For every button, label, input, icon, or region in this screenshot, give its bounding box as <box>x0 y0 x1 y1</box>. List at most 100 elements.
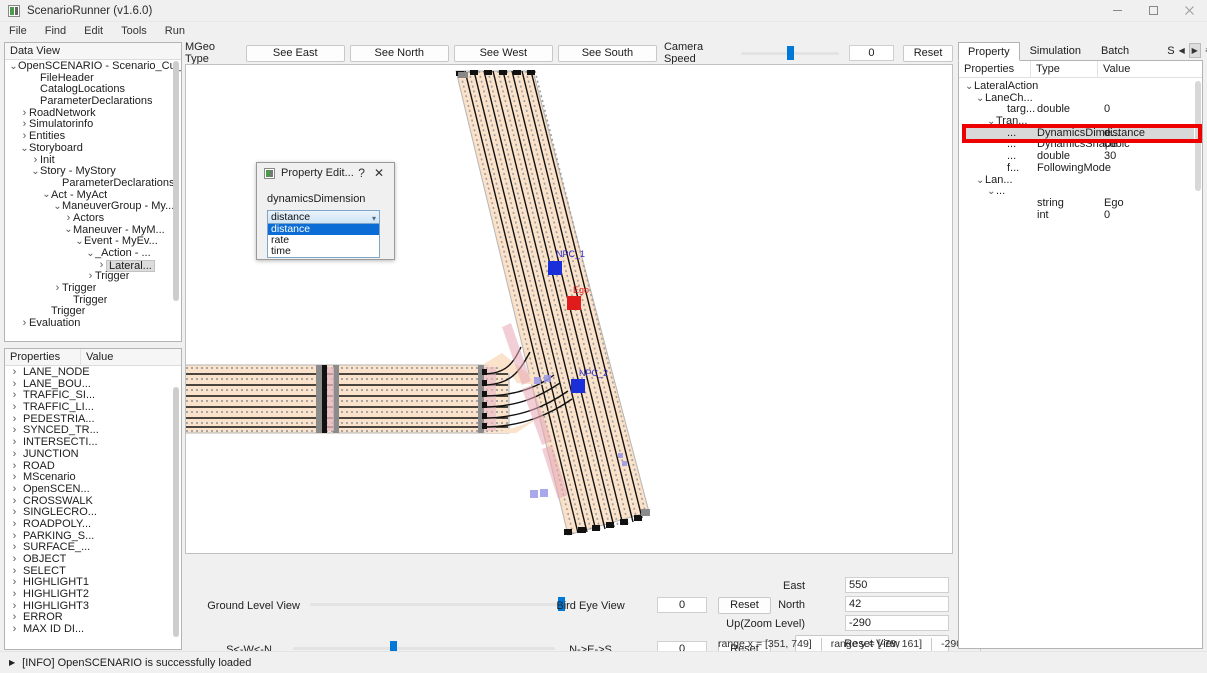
map-property-item[interactable]: ›SYNCED_TR... <box>5 425 181 437</box>
map-property-item[interactable]: ›SURFACE_... <box>5 542 181 554</box>
map-properties-scrollbar[interactable] <box>172 367 180 647</box>
chevron-right-icon[interactable]: › <box>20 131 29 143</box>
map-property-item[interactable]: ›TRAFFIC_SI... <box>5 390 181 402</box>
data-view-item[interactable]: ⌄_Action - ... <box>5 248 181 260</box>
chevron-down-icon[interactable]: ⌄ <box>976 93 985 105</box>
map-property-item[interactable]: ›HIGHLIGHT2 <box>5 589 181 601</box>
map-property-item[interactable]: ›TRAFFIC_LI... <box>5 402 181 414</box>
data-view-item[interactable]: Trigger <box>5 295 181 307</box>
chevron-right-icon[interactable]: › <box>53 283 62 295</box>
tab-list-icon[interactable]: ≡ <box>1202 43 1207 58</box>
chevron-down-icon[interactable]: ⌄ <box>53 204 62 210</box>
map-property-item[interactable]: ›ROAD <box>5 461 181 473</box>
menu-find[interactable]: Find <box>36 24 75 38</box>
data-view-tree[interactable]: ⌄OpenSCENARIO - Scenario_Cut_In_1FileHea… <box>5 60 181 330</box>
property-row[interactable]: ⌄LaneCh... <box>965 93 1194 105</box>
chevron-down-icon[interactable]: ⌄ <box>20 146 29 152</box>
chevron-right-icon[interactable]: › <box>10 367 19 379</box>
chevron-down-icon[interactable]: ⌄ <box>42 192 51 198</box>
chevron-right-icon[interactable]: › <box>10 519 19 531</box>
map-property-item[interactable]: ›ROADPOLY... <box>5 519 181 531</box>
map-property-item[interactable]: ›ERROR <box>5 612 181 624</box>
map-property-item[interactable]: ›OpenSCEN... <box>5 484 181 496</box>
data-view-item[interactable]: Trigger <box>5 306 181 318</box>
data-view-item[interactable]: ⌄ManeuverGroup - My... <box>5 201 181 213</box>
data-view-item[interactable]: CatalogLocations <box>5 84 181 96</box>
tab-s[interactable]: S <box>1162 41 1175 60</box>
chevron-left-icon[interactable]: ◀ <box>1176 43 1188 58</box>
map-property-item[interactable]: ›LANE_NODE <box>5 367 181 379</box>
north-input[interactable]: 42 <box>845 596 949 612</box>
see-east-button[interactable]: See East <box>246 45 345 62</box>
chevron-right-icon[interactable]: › <box>97 260 106 272</box>
map-property-item[interactable]: ›SELECT <box>5 566 181 578</box>
property-row[interactable]: ⌄Tran... <box>965 116 1194 128</box>
property-scrollbar[interactable] <box>1194 81 1202 646</box>
map-property-item[interactable]: ›SINGLECRO... <box>5 507 181 519</box>
chevron-right-icon[interactable]: › <box>10 554 19 566</box>
data-view-item[interactable]: ⌄Maneuver - MyM... <box>5 225 181 237</box>
maximize-icon[interactable] <box>1135 0 1171 22</box>
chevron-down-icon[interactable]: ⌄ <box>75 239 84 245</box>
chevron-right-icon[interactable]: › <box>20 318 29 330</box>
dynamics-dimension-option[interactable]: time <box>268 246 379 257</box>
see-south-button[interactable]: See South <box>558 45 657 62</box>
up-zoom-level-input[interactable]: -290 <box>845 615 949 631</box>
data-view-item[interactable]: ⌄OpenSCENARIO - Scenario_Cut_In_1 <box>5 61 181 73</box>
east-input[interactable]: 550 <box>845 577 949 593</box>
data-view-item[interactable]: ›Lateral... <box>5 260 181 272</box>
chevron-right-icon[interactable]: › <box>10 449 19 461</box>
chevron-right-icon[interactable]: ▶ <box>1189 43 1201 58</box>
chevron-down-icon[interactable]: ⌄ <box>31 169 40 175</box>
data-view-item[interactable]: ⌄Act - MyAct <box>5 190 181 202</box>
help-icon[interactable]: ? <box>358 166 374 180</box>
data-view-item[interactable]: ›Evaluation <box>5 318 181 330</box>
map-property-item[interactable]: ›INTERSECTI... <box>5 437 181 449</box>
property-row[interactable]: stringEgo <box>965 198 1194 210</box>
chevron-right-icon[interactable]: › <box>10 624 19 636</box>
data-view-item[interactable]: ParameterDeclarations <box>5 178 181 190</box>
chevron-down-icon[interactable]: ⌄ <box>86 251 95 257</box>
map-property-item[interactable]: ›PARKING_S... <box>5 531 181 543</box>
see-west-button[interactable]: See West <box>454 45 553 62</box>
data-view-scrollbar[interactable] <box>172 61 180 339</box>
chevron-down-icon[interactable]: ⌄ <box>965 81 974 93</box>
menu-tools[interactable]: Tools <box>112 24 156 38</box>
camera-speed-slider[interactable] <box>741 46 839 60</box>
map-property-item[interactable]: ›JUNCTION <box>5 449 181 461</box>
property-editor-dialog[interactable]: Property Edit... ? ✕ dynamicsDimension d… <box>256 162 395 260</box>
property-row[interactable]: int0 <box>965 210 1194 222</box>
chevron-right-icon[interactable]: › <box>10 589 19 601</box>
map-property-item[interactable]: ›OBJECT <box>5 554 181 566</box>
property-row[interactable]: ⌄... <box>965 186 1194 198</box>
chevron-down-icon[interactable]: ⌄ <box>64 227 73 233</box>
menu-run[interactable]: Run <box>156 24 194 38</box>
data-view-item[interactable]: ⌄Storyboard <box>5 143 181 155</box>
dialog-close-icon[interactable]: ✕ <box>374 166 394 180</box>
minimize-icon[interactable] <box>1099 0 1135 22</box>
data-view-item[interactable]: ›Actors <box>5 213 181 225</box>
camera-speed-value[interactable]: 0 <box>849 45 895 61</box>
see-north-button[interactable]: See North <box>350 45 449 62</box>
tab-batch-simulation[interactable]: Batch Simulation <box>1091 41 1162 60</box>
chevron-right-icon[interactable]: › <box>64 213 73 225</box>
data-view-item[interactable]: ›Trigger <box>5 283 181 295</box>
map-property-item[interactable]: ›LANE_BOU... <box>5 379 181 391</box>
data-view-item[interactable]: ParameterDeclarations <box>5 96 181 108</box>
data-view-item[interactable]: ›Entities <box>5 131 181 143</box>
dynamics-dimension-combo[interactable]: distance ▾ <box>267 210 380 224</box>
camera-speed-reset-button[interactable]: Reset <box>903 45 953 62</box>
chevron-right-icon[interactable]: › <box>10 484 19 496</box>
map-property-item[interactable]: ›MScenario <box>5 472 181 484</box>
data-view-item[interactable]: ›Simulatorinfo <box>5 119 181 131</box>
data-view-item[interactable]: ›Init <box>5 155 181 167</box>
tab-property[interactable]: Property <box>958 42 1020 61</box>
close-icon[interactable] <box>1171 0 1207 22</box>
chevron-down-icon[interactable]: ⌄ <box>9 64 18 70</box>
chevron-down-icon[interactable]: ⌄ <box>987 186 996 198</box>
status-expand-icon[interactable]: ▶ <box>9 658 15 667</box>
data-view-item[interactable]: FileHeader <box>5 73 181 85</box>
menu-file[interactable]: File <box>0 24 36 38</box>
data-view-item[interactable]: ›RoadNetwork <box>5 108 181 120</box>
map-property-item[interactable]: ›CROSSWALK <box>5 496 181 508</box>
